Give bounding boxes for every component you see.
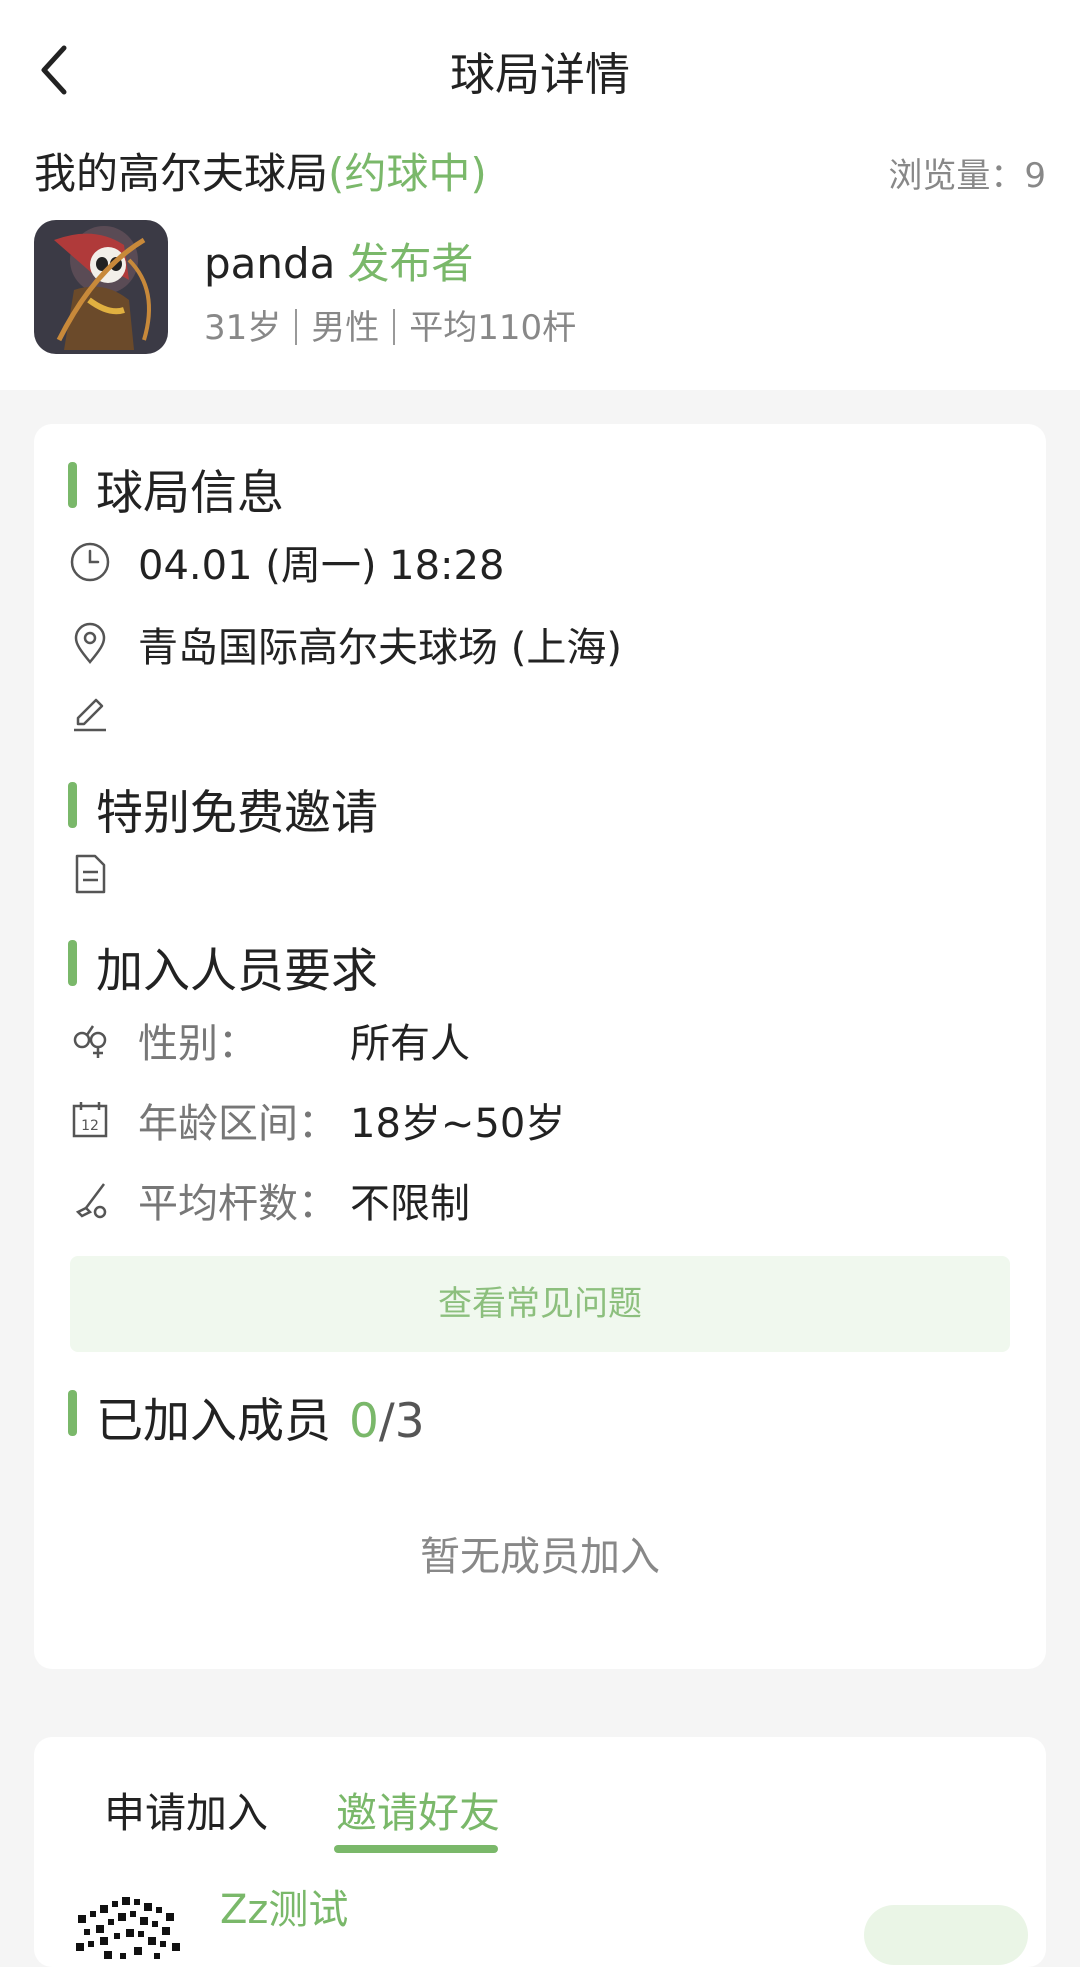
svg-text:12: 12 (81, 1118, 99, 1134)
datetime-row: 04.01 (周一) 18:28 (68, 532, 504, 592)
calendar-icon: 12 (72, 1102, 108, 1138)
view-count: 浏览量：9 (888, 148, 1046, 197)
location-text: 青岛国际高尔夫球场 (上海) (138, 625, 622, 671)
game-title: 我的高尔夫球局(约球中) (34, 140, 487, 201)
tab-invite-friends[interactable]: 邀请好友 (336, 1779, 500, 1839)
members-empty-text: 暂无成员加入 (420, 1534, 660, 1580)
friend-name[interactable]: Zz测试 (220, 1877, 348, 1935)
game-status: (约球中) (328, 149, 487, 198)
publisher-name-row: panda 发布者 (204, 230, 473, 291)
publisher-name: panda (204, 239, 336, 288)
invite-doc-row (68, 844, 138, 904)
note-row (68, 684, 138, 744)
requirement-strokes: 平均杆数： 不限制 (68, 1170, 470, 1230)
divider (393, 309, 396, 345)
views-label: 浏览量： (888, 156, 1025, 196)
avatar-image (34, 220, 168, 354)
document-icon (75, 854, 106, 894)
publisher-avg: 平均110杆 (409, 308, 577, 348)
age-label: 年龄区间： (138, 1101, 338, 1147)
views-value: 9 (1024, 156, 1046, 196)
location-row[interactable]: 青岛国际高尔夫球场 (上海) (68, 614, 622, 674)
faq-button[interactable]: 查看常见问题 (70, 1256, 1010, 1352)
publisher-role: 发布者 (347, 239, 474, 288)
invite-friend-button[interactable] (864, 1905, 1028, 1965)
members-joined: 0 (349, 1394, 379, 1449)
publisher-meta: 31岁 男性 平均110杆 (204, 300, 576, 349)
friend-qr-avatar (74, 1885, 184, 1965)
gender-value: 所有人 (350, 1021, 470, 1067)
section-title-members: 已加入成员 0/3 (68, 1382, 425, 1451)
golf-club-icon (75, 1183, 107, 1219)
page-title: 球局详情 (449, 48, 630, 101)
active-tab-indicator (334, 1845, 498, 1853)
action-tabs-card: 申请加入 邀请好友 Zz测试 (34, 1737, 1046, 1967)
publisher-gender: 男性 (311, 308, 380, 348)
datetime-text: 04.01 (周一) 18:28 (138, 543, 505, 589)
pencil-icon (74, 698, 106, 732)
divider (295, 309, 298, 345)
location-pin-icon (74, 622, 106, 664)
tab-apply[interactable]: 申请加入 (104, 1779, 268, 1839)
game-title-text: 我的高尔夫球局 (34, 149, 329, 198)
strokes-value: 不限制 (350, 1181, 470, 1227)
game-info-card: 球局信息 04.01 (周一) 18:28 青岛国际高尔夫球场 (上海) 特别免… (34, 424, 1046, 1669)
age-value: 18岁~50岁 (350, 1101, 566, 1147)
section-title-info: 球局信息 (68, 454, 284, 523)
requirement-age: 12 年龄区间： 18岁~50岁 (68, 1090, 565, 1150)
strokes-label: 平均杆数： (138, 1181, 338, 1227)
gender-icon (73, 1025, 107, 1058)
section-title-invite: 特别免费邀请 (68, 774, 378, 843)
section-title-requirements: 加入人员要求 (68, 932, 378, 1001)
members-total: /3 (378, 1394, 425, 1449)
members-count: 0/3 (349, 1394, 425, 1449)
clock-icon (70, 542, 110, 582)
game-header: 我的高尔夫球局(约球中) 浏览量：9 panda 发布者 31岁 男性 平均110杆 (0, 140, 1080, 390)
requirement-gender: 性别： 所有人 (68, 1010, 470, 1070)
publisher-age: 31岁 (204, 308, 282, 348)
nav-bar: 球局详情 (0, 0, 1080, 140)
gender-label: 性别： (138, 1021, 258, 1067)
publisher-avatar[interactable] (34, 220, 168, 354)
members-title-text: 已加入成员 (96, 1394, 331, 1449)
